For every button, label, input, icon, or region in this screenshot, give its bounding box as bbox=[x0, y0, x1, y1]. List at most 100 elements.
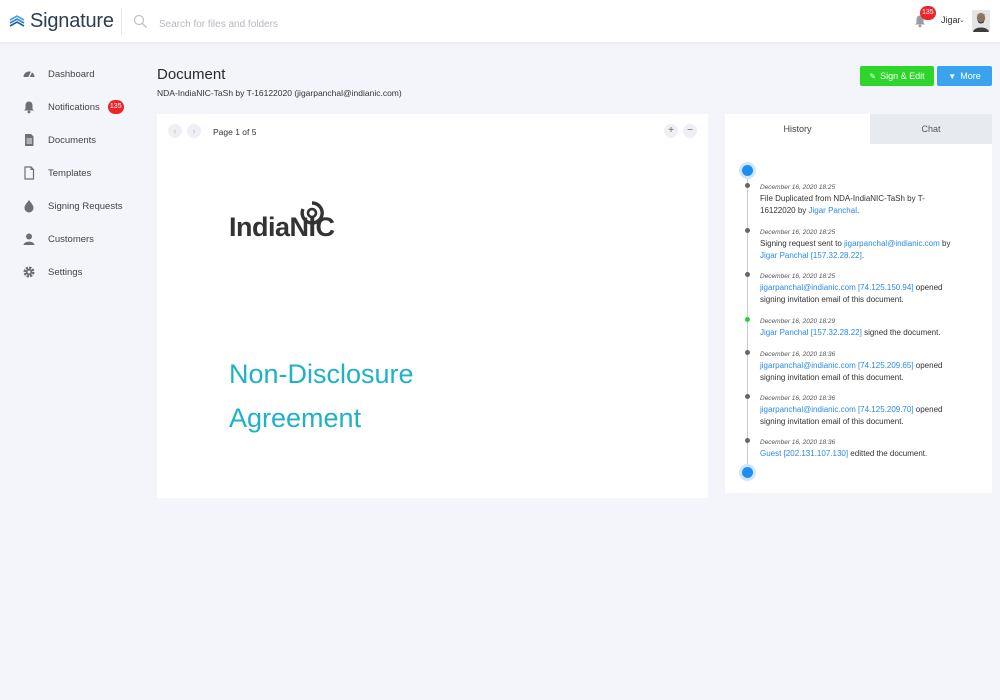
history-text: Guest [202.131.107.130] editted the docu… bbox=[760, 448, 960, 460]
history-link[interactable]: Jigar Panchal [157.32.28.22] bbox=[760, 251, 862, 260]
company-logo: IndiaNIC bbox=[229, 201, 335, 243]
sidebar-item-label: Signing Requests bbox=[48, 200, 123, 212]
history-link[interactable]: jigarpanchal@indianic.com bbox=[844, 239, 940, 248]
history-entry: December 16, 2020 18:36 jigarpanchal@indi… bbox=[760, 350, 960, 383]
sidebar-item-customers[interactable]: Customers bbox=[22, 229, 94, 249]
history-link[interactable]: jigarpanchal@indianic.com [74.125.209.65… bbox=[760, 361, 914, 370]
dashboard-icon bbox=[22, 67, 36, 81]
sidebar-item-notifications[interactable]: Notifications 135 bbox=[22, 97, 124, 117]
heading-line-2: Agreement bbox=[229, 403, 362, 433]
next-page-button[interactable]: › bbox=[187, 124, 201, 138]
history-timestamp: December 16, 2020 18:36 bbox=[760, 351, 836, 358]
sidebar-item-label: Dashboard bbox=[48, 68, 95, 80]
history-text-part: editted the document. bbox=[848, 449, 928, 458]
sidebar: Dashboard Notifications 135 Documents Te… bbox=[0, 42, 145, 700]
history-text-part: . bbox=[861, 250, 865, 260]
history-entry: December 16, 2020 18:36 Guest [202.131.10… bbox=[760, 438, 960, 460]
pencil-icon: ✎ bbox=[869, 71, 877, 81]
history-text-part: signed the document. bbox=[861, 328, 941, 337]
timeline-dot bbox=[745, 438, 750, 443]
history-timestamp: December 16, 2020 18:36 bbox=[760, 395, 836, 402]
zoom-in-button[interactable]: + bbox=[664, 124, 678, 138]
history-link[interactable]: jigarpanchal@indianic.com [74.125.150.94… bbox=[760, 283, 914, 292]
history-timestamp: December 16, 2020 18:25 bbox=[760, 184, 836, 191]
logo-swirl-icon bbox=[300, 201, 324, 225]
page-indicator: Page 1 of 5 bbox=[213, 127, 257, 137]
avatar[interactable] bbox=[972, 10, 990, 32]
document-heading: Non-Disclosure Agreement bbox=[229, 352, 529, 440]
history-text-part: by bbox=[939, 239, 951, 248]
history-link[interactable]: jigarpanchal@indianic.com [74.125.209.70… bbox=[760, 405, 914, 414]
app-name: Signature bbox=[30, 10, 114, 32]
sidebar-item-label: Notifications bbox=[48, 101, 100, 113]
history-timestamp: December 16, 2020 18:36 bbox=[760, 439, 836, 446]
chevron-down-icon[interactable]: ⌄ bbox=[959, 16, 965, 24]
history-text: Signing request sent to jigarpanchal@ind… bbox=[760, 238, 960, 261]
sidebar-item-dashboard[interactable]: Dashboard bbox=[22, 64, 94, 84]
history-text: File Duplicated from NDA-IndiaNIC-TaSh b… bbox=[760, 193, 960, 216]
history-entry: December 16, 2020 18:36 jigarpanchal@indi… bbox=[760, 394, 960, 427]
timeline-dot bbox=[745, 228, 750, 233]
heading-line-1: Non-Disclosure bbox=[229, 359, 414, 389]
more-button[interactable]: ▼ More bbox=[937, 66, 992, 86]
history-timestamp: December 16, 2020 18:25 bbox=[760, 273, 836, 280]
caret-down-icon: ▼ bbox=[948, 71, 957, 81]
history-text-part: . bbox=[856, 205, 860, 215]
sidebar-item-label: Documents bbox=[48, 134, 97, 146]
history-link[interactable]: Jigar Panchal bbox=[809, 206, 857, 215]
signing-request-icon bbox=[22, 199, 36, 213]
history-entry: December 16, 2020 18:25 Signing request s… bbox=[760, 228, 960, 261]
search-input[interactable] bbox=[159, 14, 459, 34]
timeline-start-node bbox=[742, 165, 753, 176]
history-timestamp: December 16, 2020 18:29 bbox=[760, 318, 836, 325]
top-bar: Signature 135 Jigar ⌄ bbox=[0, 0, 1000, 42]
document-icon bbox=[22, 133, 36, 147]
sign-edit-label: Sign & Edit bbox=[880, 71, 925, 81]
timeline-end-node bbox=[742, 467, 753, 478]
sign-edit-button[interactable]: ✎ Sign & Edit bbox=[860, 66, 934, 86]
history-text: Jigar Panchal [157.32.28.22] signed the … bbox=[760, 327, 960, 339]
sidebar-item-label: Templates bbox=[48, 167, 92, 179]
zoom-out-button[interactable]: − bbox=[683, 124, 697, 138]
sidebar-item-label: Customers bbox=[48, 233, 94, 245]
prev-page-button[interactable]: ‹ bbox=[168, 124, 182, 138]
history-text: jigarpanchal@indianic.com [74.125.209.65… bbox=[760, 360, 960, 383]
document-viewer: ‹ › Page 1 of 5 + − IndiaNIC Non-Disclos… bbox=[157, 114, 708, 498]
page-title: Document bbox=[157, 66, 226, 83]
tab-chat[interactable]: Chat bbox=[870, 114, 992, 144]
customers-icon bbox=[22, 232, 36, 246]
sidebar-item-templates[interactable]: Templates bbox=[22, 163, 91, 183]
history-text: jigarpanchal@indianic.com [74.125.209.70… bbox=[760, 404, 960, 427]
timeline-dot-signed bbox=[745, 317, 750, 322]
tab-history[interactable]: History bbox=[725, 114, 870, 144]
bell-icon bbox=[22, 100, 36, 114]
history-entry: December 16, 2020 18:25 jigarpanchal@indi… bbox=[760, 272, 960, 305]
search-icon bbox=[133, 14, 147, 28]
timeline-dot bbox=[745, 350, 750, 355]
app-logo[interactable]: Signature bbox=[9, 10, 114, 33]
history-link[interactable]: Jigar Panchal [157.32.28.22] bbox=[760, 328, 862, 337]
notification-badge: 135 bbox=[920, 6, 936, 20]
avatar-image bbox=[972, 10, 990, 32]
user-menu[interactable]: Jigar bbox=[941, 15, 961, 25]
sidebar-item-documents[interactable]: Documents bbox=[22, 130, 96, 150]
timeline-dot bbox=[745, 394, 750, 399]
history-entry: December 16, 2020 18:25 File Duplicated f… bbox=[760, 183, 960, 216]
more-label: More bbox=[960, 71, 981, 81]
sidebar-item-signing-requests[interactable]: Signing Requests bbox=[22, 196, 122, 216]
history-text-part: Signing request sent to bbox=[760, 239, 845, 248]
logo-icon bbox=[9, 14, 25, 27]
history-text: jigarpanchal@indianic.com [74.125.150.94… bbox=[760, 282, 960, 305]
sidebar-item-label: Settings bbox=[48, 266, 83, 278]
sidebar-item-settings[interactable]: Settings bbox=[22, 262, 82, 282]
gear-icon bbox=[22, 265, 36, 279]
timeline-dot bbox=[745, 272, 750, 277]
timeline-dot bbox=[745, 183, 750, 188]
divider bbox=[121, 8, 122, 35]
history-link[interactable]: Guest [202.131.107.130] bbox=[760, 449, 848, 458]
template-icon bbox=[22, 166, 36, 180]
timeline-line bbox=[747, 172, 748, 472]
document-subtitle: NDA-IndiaNIC-TaSh by T-16122020 (jigarpa… bbox=[157, 88, 402, 98]
notification-badge: 135 bbox=[107, 100, 124, 114]
history-entry: December 16, 2020 18:29 Jigar Panchal [15… bbox=[760, 317, 960, 339]
